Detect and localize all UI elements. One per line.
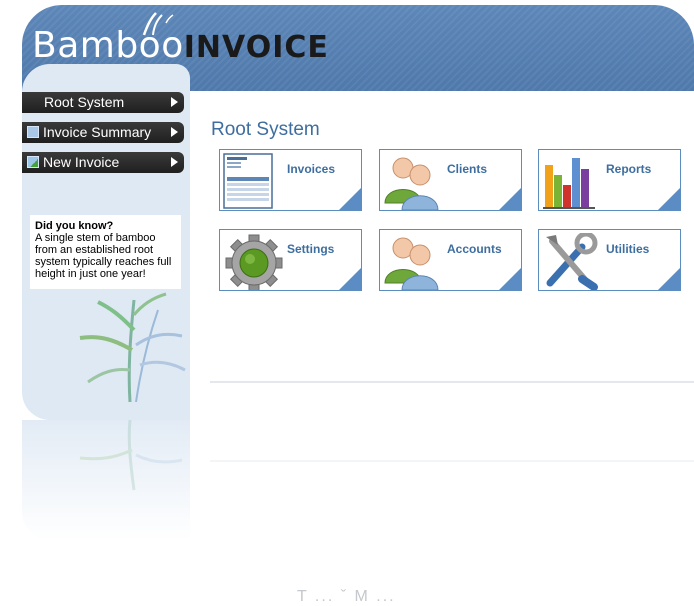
content-divider: [210, 381, 694, 383]
tile-invoices[interactable]: Invoices: [219, 149, 362, 211]
tip-title: Did you know?: [35, 220, 114, 232]
users-icon: [384, 157, 439, 210]
sidebar-item-label: New Invoice: [43, 154, 120, 170]
tile-utilities[interactable]: Utilities: [538, 229, 681, 291]
tile-label: Clients: [447, 162, 488, 176]
gear-icon: [225, 234, 283, 290]
users-icon: [384, 237, 439, 290]
content-divider: [210, 460, 694, 462]
bamboo-leaf-icon: [142, 12, 174, 36]
tile-label: Settings: [287, 242, 335, 256]
bamboo-plant-icon: [79, 292, 186, 402]
document-list-icon: [27, 126, 39, 138]
sidebar-item-new-invoice[interactable]: New Invoice: [22, 152, 184, 173]
tile-settings[interactable]: Settings: [219, 229, 362, 291]
tip-body: A single stem of bamboo from an establis…: [35, 232, 172, 280]
sidebar-item-root-system[interactable]: Root System: [22, 92, 184, 113]
tile-clients[interactable]: Clients: [379, 149, 522, 211]
tile-label: Utilities: [606, 242, 650, 256]
tools-icon: [546, 233, 598, 290]
invoice-document-icon: [223, 153, 273, 209]
did-you-know-box: Did you know? A single stem of bamboo fr…: [30, 215, 181, 289]
logo-invoice-text: INVOICE: [183, 30, 329, 65]
tile-label: Reports: [606, 162, 652, 176]
sidebar-item-label: Root System: [44, 94, 125, 110]
sidebar-item-label: Invoice Summary: [43, 124, 152, 140]
bar-chart-icon: [543, 158, 595, 209]
tile-reports[interactable]: Reports: [538, 149, 681, 211]
new-invoice-icon: [27, 156, 39, 168]
page-title: Root System: [211, 119, 320, 140]
bamboo-plant-reflection: [79, 420, 183, 491]
chevron-right-icon: [171, 157, 178, 167]
tile-label: Accounts: [447, 242, 502, 256]
tile-accounts[interactable]: Accounts: [379, 229, 522, 291]
tile-label: Invoices: [287, 162, 336, 176]
chevron-right-icon: [171, 127, 178, 137]
footer-text: T ... ˇ M ...: [297, 588, 396, 605]
logo[interactable]: BambooINVOICE: [32, 25, 329, 68]
sidebar-item-invoice-summary[interactable]: Invoice Summary: [22, 122, 184, 143]
chevron-right-icon: [171, 97, 178, 107]
